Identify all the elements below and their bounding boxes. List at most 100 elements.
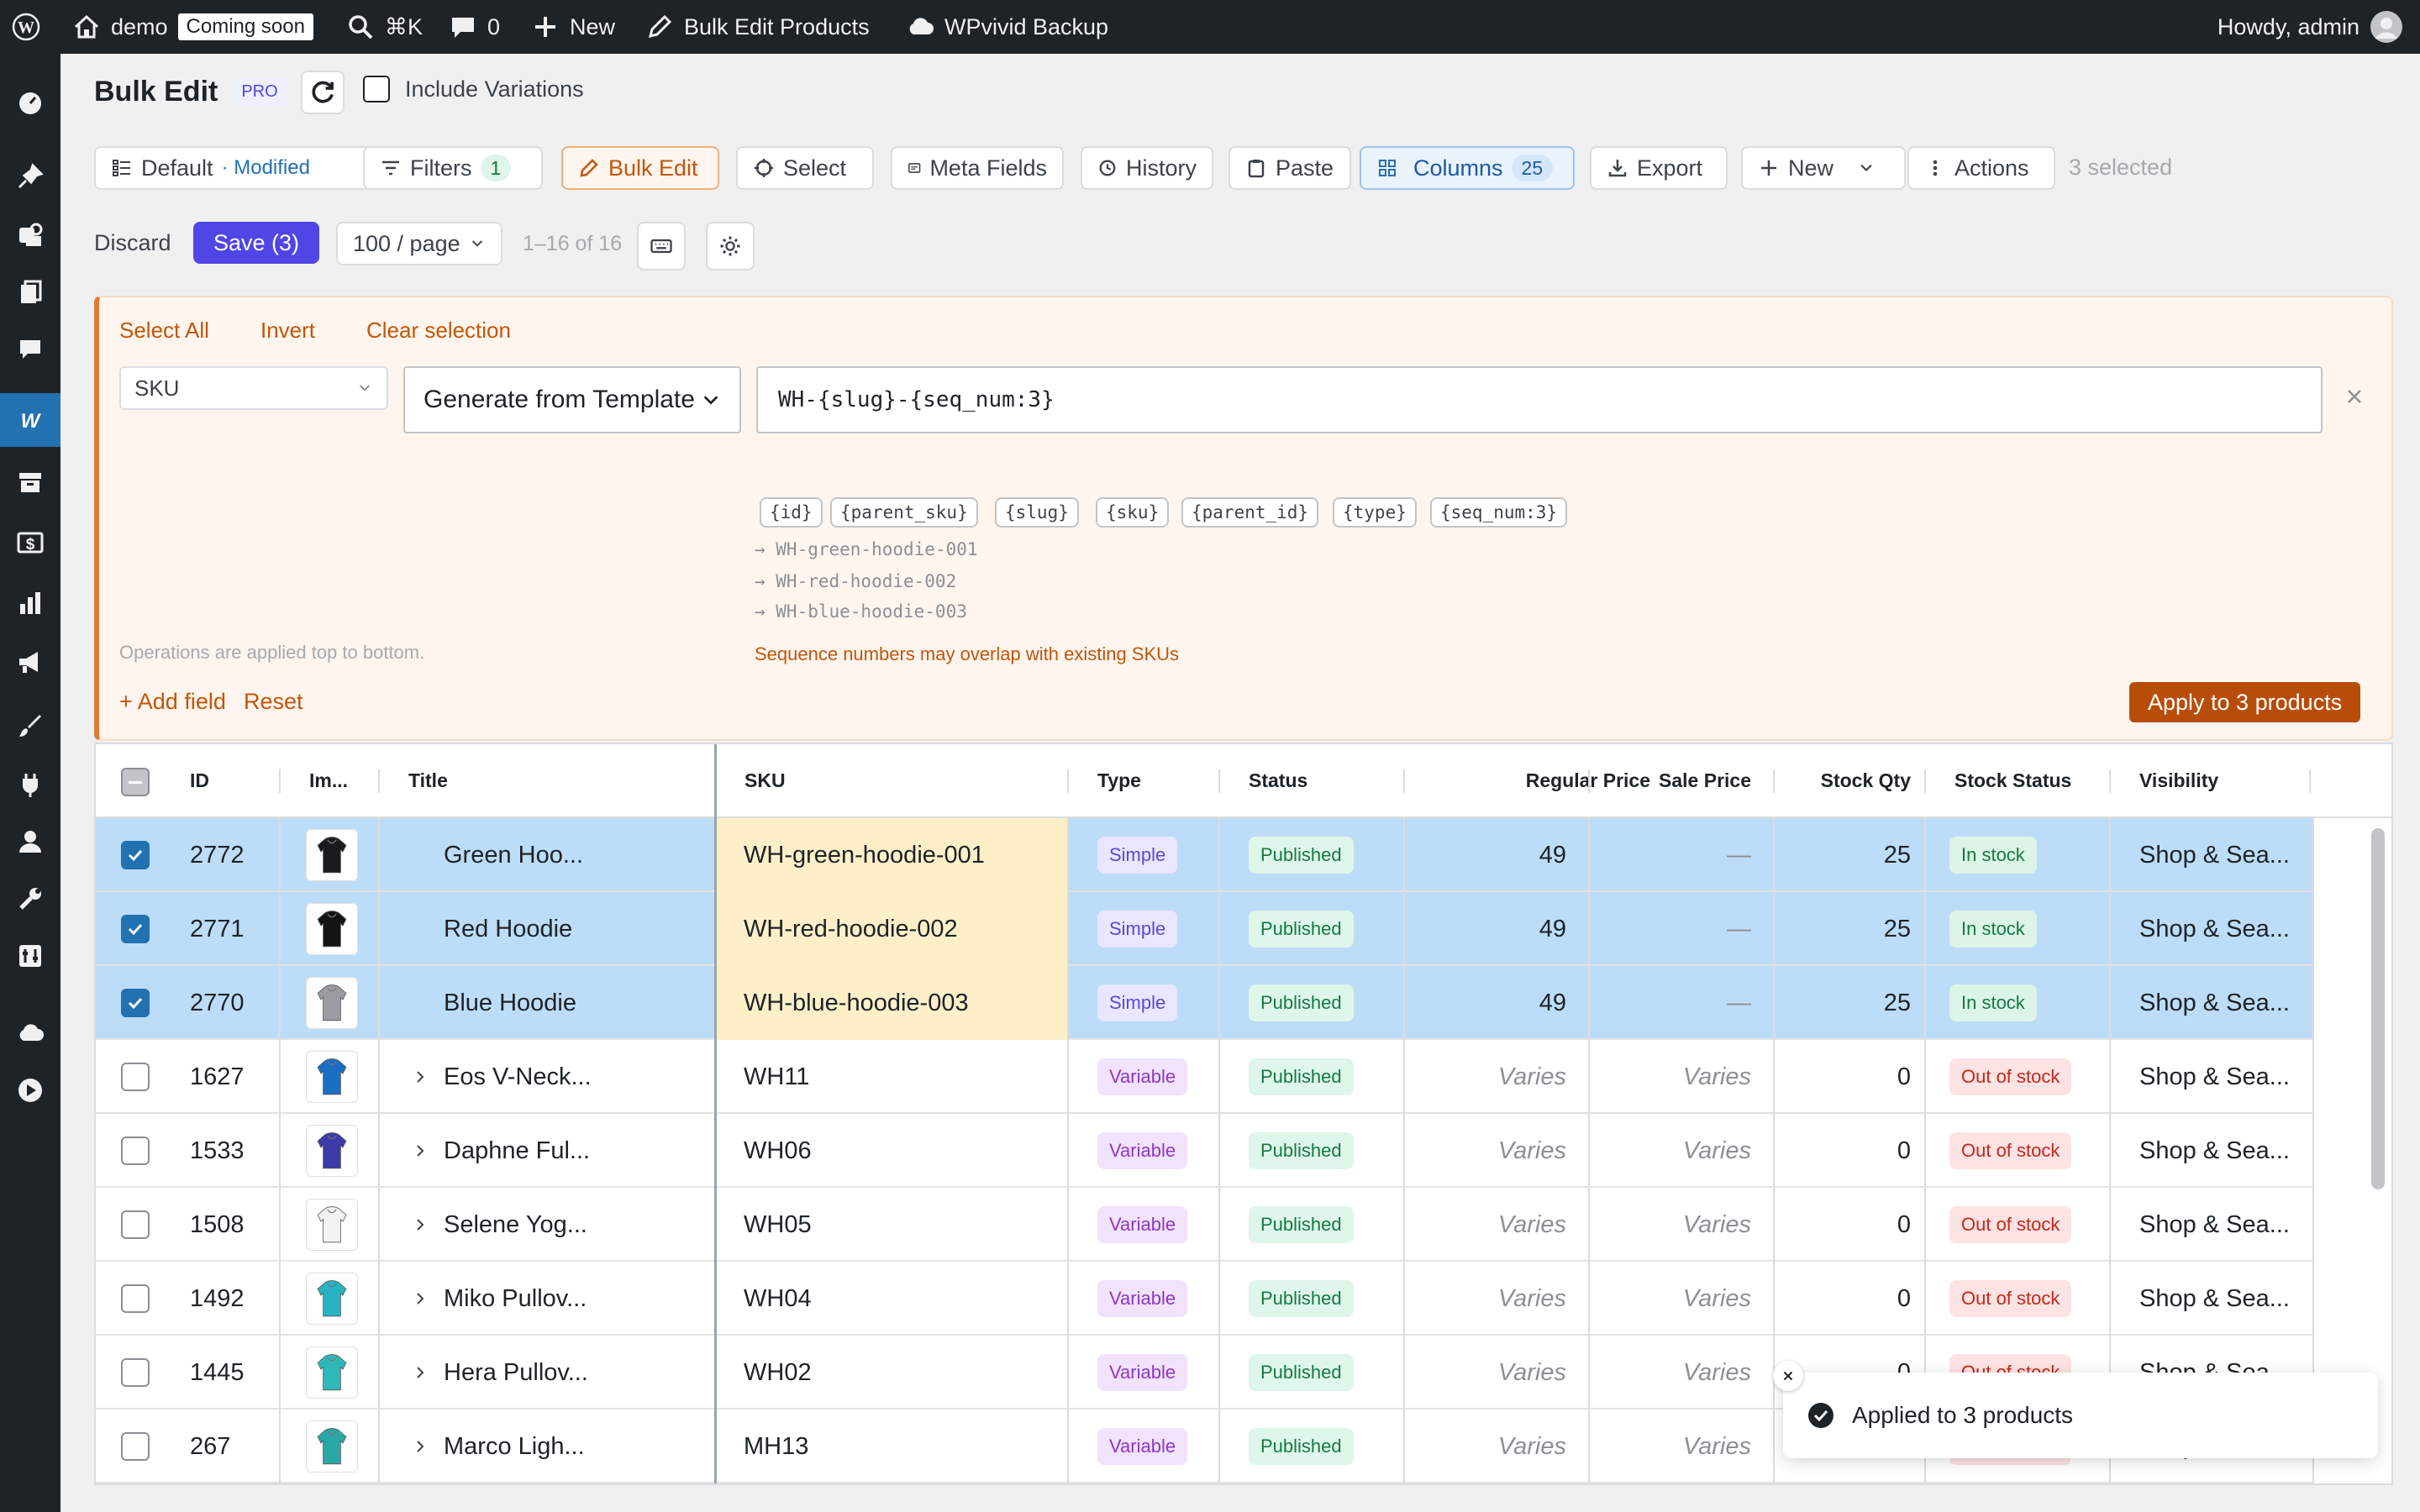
image-cell[interactable] xyxy=(306,1040,373,1114)
visibility-cell[interactable]: Shop & Sea... xyxy=(2139,1188,2307,1262)
columns-button[interactable]: Columns 25 xyxy=(1360,146,1575,190)
visibility-cell[interactable]: Shop & Sea... xyxy=(2139,966,2307,1040)
account-menu[interactable]: Howdy, admin xyxy=(2217,0,2403,54)
column-header-visibility[interactable]: Visibility xyxy=(2139,769,2218,792)
media-player-menu-item[interactable] xyxy=(0,1063,60,1117)
row-checkbox[interactable] xyxy=(121,1137,150,1165)
comments-link[interactable]: 0 xyxy=(449,0,500,54)
stock-qty-cell[interactable]: 25 xyxy=(1776,818,1911,892)
regular-price-cell[interactable]: Varies xyxy=(1407,1040,1566,1114)
apply-button[interactable]: Apply to 3 products xyxy=(2129,682,2361,722)
reset-link[interactable]: Reset xyxy=(244,689,303,715)
status-cell[interactable]: Published xyxy=(1249,1114,1400,1188)
row-checkbox-cell[interactable] xyxy=(121,818,150,892)
meta-fields-button[interactable]: Meta Fields xyxy=(891,146,1064,190)
add-field-link[interactable]: + Add field xyxy=(119,689,226,715)
per-page-select[interactable]: 100 / page xyxy=(336,222,502,265)
type-cell[interactable]: Variable xyxy=(1097,1410,1215,1483)
status-cell[interactable]: Published xyxy=(1249,1188,1400,1262)
status-cell[interactable]: Published xyxy=(1249,1262,1400,1336)
visibility-cell[interactable]: Shop & Sea... xyxy=(2139,1040,2307,1114)
expand-row-button[interactable] xyxy=(412,1262,437,1336)
media-menu-item[interactable] xyxy=(0,208,60,262)
settings-button[interactable] xyxy=(706,222,755,270)
select-all-link[interactable]: Select All xyxy=(119,318,209,344)
visibility-cell[interactable]: Shop & Sea... xyxy=(2139,1114,2307,1188)
column-resizer[interactable] xyxy=(1403,769,1405,793)
row-checkbox-cell[interactable] xyxy=(121,966,150,1040)
wpvivid-backup-link[interactable]: WPvivid Backup xyxy=(906,0,1108,54)
products-menu-item[interactable] xyxy=(0,455,60,509)
regular-price-cell[interactable]: 49 xyxy=(1407,818,1566,892)
appearance-menu-item[interactable] xyxy=(0,699,60,753)
id-cell[interactable]: 1492 xyxy=(190,1262,274,1336)
pages-menu-item[interactable] xyxy=(0,265,60,319)
column-header-stock-status[interactable]: Stock Status xyxy=(1954,769,2071,792)
posts-menu-item[interactable] xyxy=(0,150,60,203)
sale-price-cell[interactable]: — xyxy=(1591,818,1751,892)
stock-status-cell[interactable]: Out of stock xyxy=(1949,1262,2106,1336)
id-cell[interactable]: 1627 xyxy=(190,1040,274,1114)
row-checkbox-cell[interactable] xyxy=(121,1040,150,1114)
row-checkbox-cell[interactable] xyxy=(121,1114,150,1188)
title-cell[interactable]: Selene Yog... xyxy=(444,1188,696,1262)
title-cell[interactable]: Blue Hoodie xyxy=(444,966,696,1040)
expand-row-button[interactable] xyxy=(412,1114,437,1188)
title-cell[interactable]: Hera Pullov... xyxy=(444,1336,696,1410)
close-panel-button[interactable] xyxy=(2338,380,2371,413)
column-resizer[interactable] xyxy=(1218,769,1220,793)
sale-price-cell[interactable]: Varies xyxy=(1591,1114,1751,1188)
stock-status-cell[interactable]: Out of stock xyxy=(1949,1188,2106,1262)
export-button[interactable]: Export xyxy=(1590,146,1728,190)
column-resizer[interactable] xyxy=(2109,769,2111,793)
actions-button[interactable]: Actions xyxy=(1907,146,2055,190)
stock-qty-cell[interactable]: 0 xyxy=(1776,1040,1911,1114)
token-slug[interactable]: {slug} xyxy=(995,497,1079,528)
row-checkbox[interactable] xyxy=(121,1284,150,1313)
status-cell[interactable]: Published xyxy=(1249,1040,1400,1114)
vertical-scrollbar[interactable] xyxy=(2371,828,2385,1189)
tools-menu-item[interactable] xyxy=(0,872,60,926)
settings-menu-item[interactable] xyxy=(0,929,60,983)
image-cell[interactable] xyxy=(306,1262,373,1336)
column-header-sale-price[interactable]: Sale Price xyxy=(1600,769,1751,792)
token-id[interactable]: {id} xyxy=(760,497,823,528)
stock-status-cell[interactable]: Out of stock xyxy=(1949,1040,2106,1114)
sale-price-cell[interactable]: Varies xyxy=(1591,1410,1751,1483)
id-cell[interactable]: 1445 xyxy=(190,1336,274,1410)
column-header-stock-qty[interactable]: Stock Qty xyxy=(1785,769,1911,792)
plugins-menu-item[interactable] xyxy=(0,758,60,811)
column-header-image[interactable]: Im... xyxy=(309,769,348,792)
table-row[interactable]: 2772 Green Hoo... WH-green-hoodie-001 Simpl… xyxy=(96,818,2314,892)
payments-menu-item[interactable]: $ xyxy=(0,516,60,570)
image-cell[interactable] xyxy=(306,1410,373,1483)
stock-qty-cell[interactable]: 0 xyxy=(1776,1188,1911,1262)
regular-price-cell[interactable]: 49 xyxy=(1407,966,1566,1040)
image-cell[interactable] xyxy=(306,1114,373,1188)
title-cell[interactable]: Miko Pullov... xyxy=(444,1262,696,1336)
type-cell[interactable]: Variable xyxy=(1097,1262,1215,1336)
sku-cell[interactable]: WH-blue-hoodie-003 xyxy=(717,966,1068,1040)
new-content-link[interactable]: New xyxy=(531,0,615,54)
column-header-type[interactable]: Type xyxy=(1097,769,1141,792)
row-checkbox-cell[interactable] xyxy=(121,892,150,966)
site-name-link[interactable]: demo Coming soon xyxy=(72,0,313,54)
clear-selection-link[interactable]: Clear selection xyxy=(366,318,511,344)
row-checkbox[interactable] xyxy=(121,1432,150,1461)
row-checkbox-cell[interactable] xyxy=(121,1262,150,1336)
id-cell[interactable]: 1533 xyxy=(190,1114,274,1188)
title-cell[interactable]: Marco Ligh... xyxy=(444,1410,696,1483)
column-header-title[interactable]: Title xyxy=(408,769,448,792)
view-preset-button[interactable]: Default · Modified xyxy=(94,146,408,190)
column-resizer[interactable] xyxy=(2309,769,2311,793)
template-input[interactable]: WH-{slug}-{seq_num:3} xyxy=(756,366,2323,433)
type-cell[interactable]: Variable xyxy=(1097,1040,1215,1114)
stock-status-cell[interactable]: In stock xyxy=(1949,966,2106,1040)
woocommerce-menu-item[interactable]: W xyxy=(0,393,60,447)
token-parent-sku[interactable]: {parent_sku} xyxy=(830,497,978,528)
history-button[interactable]: History xyxy=(1081,146,1213,190)
expand-row-button[interactable] xyxy=(412,1336,437,1410)
include-variations-checkbox[interactable] xyxy=(363,76,390,102)
sku-cell[interactable]: WH06 xyxy=(717,1114,1068,1188)
image-cell[interactable] xyxy=(306,1188,373,1262)
